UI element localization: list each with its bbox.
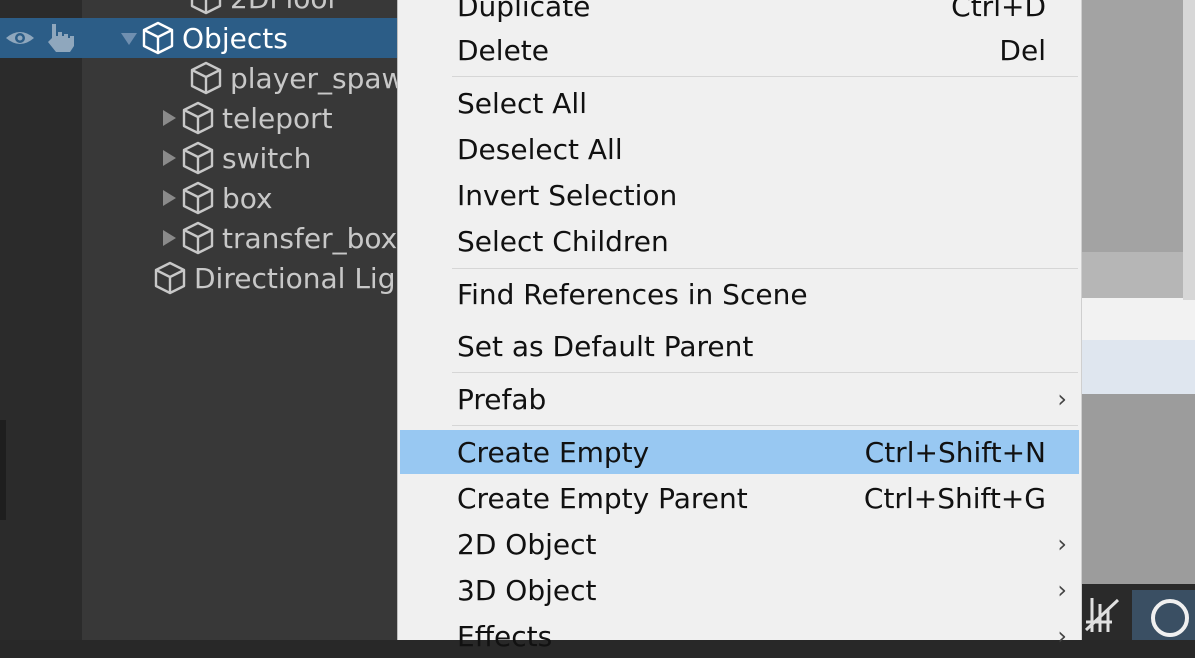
hierarchy-item[interactable]: box bbox=[158, 178, 273, 218]
chevron-right-icon: › bbox=[1057, 622, 1067, 650]
scene-view-band bbox=[1082, 340, 1195, 394]
hierarchy-item[interactable]: Objects bbox=[118, 18, 288, 58]
menu-item-set-as-default-parent[interactable]: Set as Default Parent bbox=[400, 324, 1079, 368]
hierarchy-item-label: transfer_box bbox=[222, 221, 398, 255]
menu-item-label: Duplicate bbox=[457, 0, 591, 23]
hierarchy-item[interactable]: teleport bbox=[158, 98, 333, 138]
menu-separator bbox=[452, 425, 1078, 426]
menu-item-shortcut: Del bbox=[999, 33, 1046, 67]
eye-icon[interactable] bbox=[4, 22, 36, 54]
menu-item-label: Create Empty Parent bbox=[457, 481, 748, 515]
scene-view-edge bbox=[1183, 0, 1195, 300]
menu-item-deselect-all[interactable]: Deselect All bbox=[400, 127, 1079, 171]
cube-icon bbox=[182, 181, 214, 215]
hierarchy-item-label: box bbox=[222, 181, 273, 215]
chevron-right-icon: › bbox=[1057, 385, 1067, 413]
left-gutter bbox=[0, 0, 82, 640]
hierarchy-item-label: switch bbox=[222, 141, 312, 175]
menu-separator bbox=[452, 76, 1078, 77]
scene-view-band bbox=[1082, 252, 1195, 298]
scene-view[interactable] bbox=[1082, 0, 1195, 252]
cube-icon bbox=[182, 101, 214, 135]
menu-item-label: Find References in Scene bbox=[457, 277, 808, 311]
scene-view-band bbox=[1082, 298, 1195, 340]
menu-item-shortcut: Ctrl+D bbox=[951, 0, 1046, 23]
hierarchy-item[interactable]: player_spaw bbox=[188, 58, 404, 98]
menu-item-create-empty-parent[interactable]: Create Empty Parent Ctrl+Shift+G bbox=[400, 476, 1079, 520]
menu-item-delete[interactable]: Delete Del bbox=[400, 28, 1079, 72]
hierarchy-item-label: player_spaw bbox=[230, 61, 405, 95]
gutter-shadow bbox=[0, 420, 6, 520]
menu-item-duplicate[interactable]: Duplicate Ctrl+D bbox=[400, 0, 1079, 28]
grid-tool-icon[interactable] bbox=[1082, 590, 1128, 640]
menu-item-label: Invert Selection bbox=[457, 178, 678, 212]
scene-view-band bbox=[1082, 394, 1195, 584]
triangle-right-icon[interactable] bbox=[158, 107, 180, 129]
hierarchy-item[interactable]: 2DFloor bbox=[188, 0, 339, 18]
cube-icon bbox=[142, 21, 174, 55]
cube-icon bbox=[190, 0, 222, 15]
triangle-right-icon[interactable] bbox=[158, 187, 180, 209]
menu-item-invert-selection[interactable]: Invert Selection bbox=[400, 173, 1079, 217]
menu-item-shortcut: Ctrl+Shift+G bbox=[863, 481, 1046, 515]
triangle-right-icon[interactable] bbox=[158, 147, 180, 169]
triangle-down-icon[interactable] bbox=[118, 27, 140, 49]
menu-item-label: Select All bbox=[457, 86, 587, 120]
menu-item-label: Create Empty bbox=[457, 435, 650, 469]
menu-item-prefab[interactable]: Prefab › bbox=[400, 377, 1079, 421]
menu-item-label: Prefab bbox=[457, 382, 547, 416]
menu-separator bbox=[452, 268, 1078, 269]
menu-item-label: 3D Object bbox=[457, 573, 597, 607]
menu-item-find-references-in-scene[interactable]: Find References in Scene bbox=[400, 272, 1079, 316]
cube-icon bbox=[154, 261, 186, 295]
cube-icon bbox=[190, 61, 222, 95]
menu-item-label: Set as Default Parent bbox=[457, 329, 754, 363]
menu-item-select-children[interactable]: Select Children bbox=[400, 219, 1079, 263]
hierarchy-item[interactable]: transfer_box bbox=[158, 218, 397, 258]
hierarchy-item-label: 2DFloor bbox=[230, 0, 339, 15]
hierarchy-item-label: Objects bbox=[182, 21, 288, 55]
menu-item-label: Delete bbox=[457, 33, 549, 67]
circle-tool-icon bbox=[1151, 599, 1189, 637]
menu-item-select-all[interactable]: Select All bbox=[400, 81, 1079, 125]
circle-tool-button[interactable] bbox=[1132, 590, 1195, 640]
menu-item-label: Select Children bbox=[457, 224, 669, 258]
menu-item-2d-object[interactable]: 2D Object › bbox=[400, 522, 1079, 566]
menu-separator bbox=[452, 372, 1078, 373]
menu-item-label: Deselect All bbox=[457, 132, 623, 166]
context-menu: Duplicate Ctrl+D Delete Del Select All Desele… bbox=[397, 0, 1082, 653]
menu-item-shortcut: Ctrl+Shift+N bbox=[864, 435, 1046, 469]
hand-pointer-icon[interactable] bbox=[44, 22, 80, 54]
cube-icon bbox=[182, 221, 214, 255]
cube-icon bbox=[182, 141, 214, 175]
triangle-right-icon[interactable] bbox=[158, 227, 180, 249]
hierarchy-item-label: teleport bbox=[222, 101, 333, 135]
chevron-right-icon: › bbox=[1057, 530, 1067, 558]
menu-item-label: 2D Object bbox=[457, 527, 597, 561]
hierarchy-item[interactable]: Directional Lig bbox=[152, 258, 395, 298]
hierarchy-item[interactable]: switch bbox=[158, 138, 311, 178]
menu-item-create-empty[interactable]: Create Empty Ctrl+Shift+N bbox=[400, 430, 1079, 474]
menu-item-effects[interactable]: Effects › bbox=[400, 614, 1079, 658]
hierarchy-item-label: Directional Lig bbox=[194, 261, 396, 295]
menu-item-label: Effects bbox=[457, 619, 553, 653]
chevron-right-icon: › bbox=[1057, 576, 1067, 604]
menu-item-3d-object[interactable]: 3D Object › bbox=[400, 568, 1079, 612]
